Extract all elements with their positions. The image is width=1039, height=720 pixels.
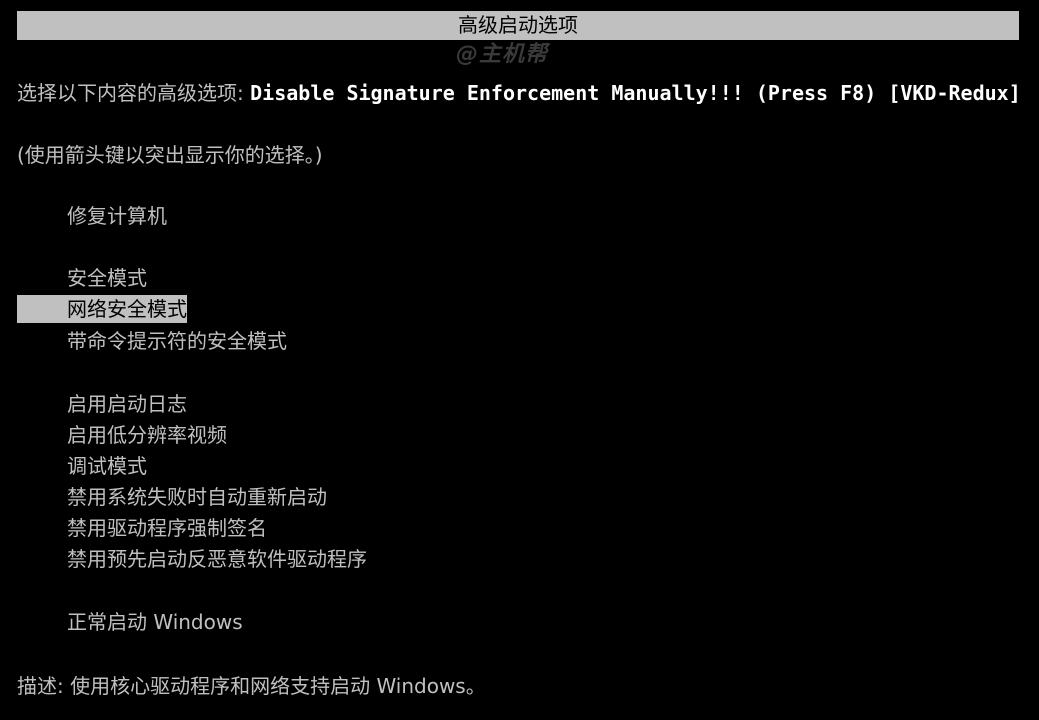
watermark-logo: @主机帮	[456, 42, 549, 67]
menu-item-repair-computer[interactable]: 修复计算机	[67, 202, 167, 230]
menu-item-enable-low-resolution-video[interactable]: 启用低分辨率视频	[67, 421, 227, 449]
menu-item-disable-driver-signature-enforcement[interactable]: 禁用驱动程序强制签名	[67, 514, 267, 542]
menu-item-safe-mode-networking[interactable]: 网络安全模式	[17, 295, 187, 323]
menu-item-safe-mode-command-prompt[interactable]: 带命令提示符的安全模式	[67, 327, 287, 355]
menu-item-start-windows-normally[interactable]: 正常启动 Windows	[67, 608, 243, 636]
menu-item-disable-early-launch-antimalware[interactable]: 禁用预先启动反恶意软件驱动程序	[67, 545, 367, 573]
menu-item-safe-mode[interactable]: 安全模式	[67, 264, 147, 292]
prompt-label: 选择以下内容的高级选项:	[17, 81, 251, 105]
menu-item-disable-auto-restart[interactable]: 禁用系统失败时自动重新启动	[67, 483, 327, 511]
option-description: 描述: 使用核心驱动程序和网络支持启动 Windows。	[17, 674, 486, 698]
menu-item-debugging-mode[interactable]: 调试模式	[67, 452, 147, 480]
navigation-hint: (使用箭头键以突出显示你的选择。)	[17, 143, 323, 167]
os-selection-prompt: 选择以下内容的高级选项: Disable Signature Enforceme…	[17, 78, 1027, 109]
menu-item-enable-boot-logging[interactable]: 启用启动日志	[67, 390, 187, 418]
os-name: Disable Signature Enforcement Manually!!…	[250, 81, 1021, 105]
